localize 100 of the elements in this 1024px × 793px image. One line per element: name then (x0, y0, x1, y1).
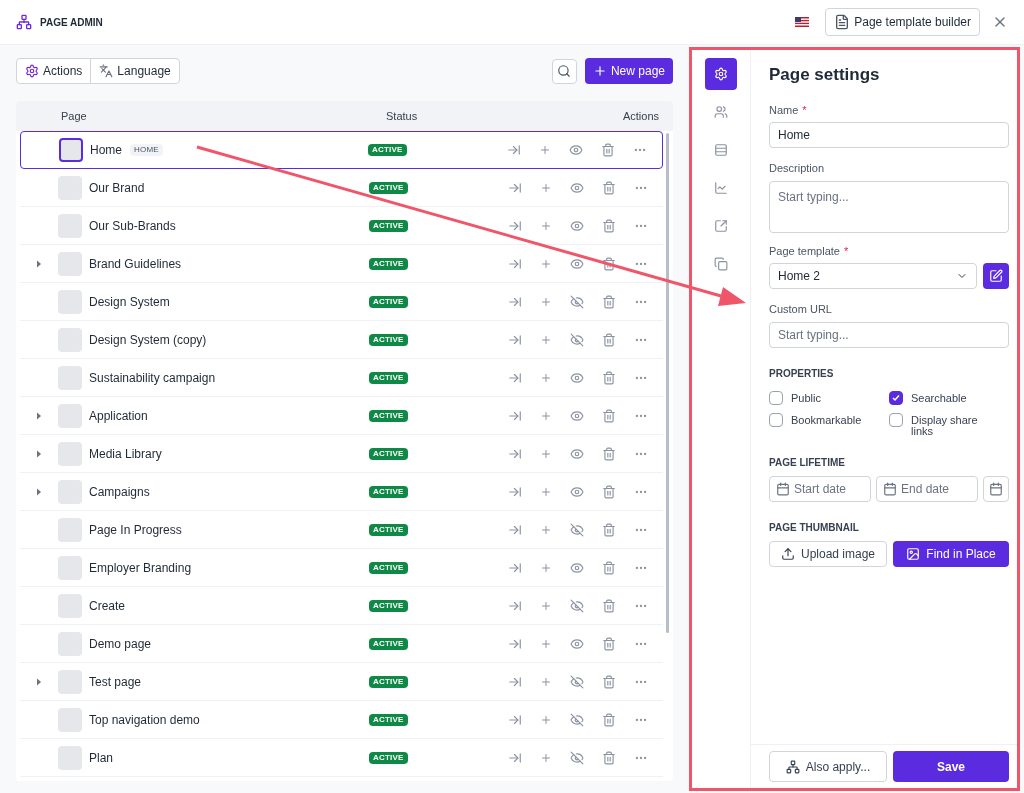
table-row[interactable]: Media Library ACTIVE (20, 435, 663, 473)
date-field[interactable]: Start date (769, 475, 871, 502)
add-icon[interactable] (540, 333, 552, 346)
trash-icon[interactable] (602, 408, 616, 423)
trash-icon[interactable] (602, 598, 616, 613)
move-icon[interactable] (508, 180, 522, 195)
move-icon[interactable] (508, 560, 522, 575)
trash-icon[interactable] (602, 370, 616, 385)
add-icon[interactable] (540, 675, 552, 688)
add-icon[interactable] (540, 561, 552, 574)
save-button[interactable]: Save (893, 751, 1009, 782)
add-icon[interactable] (540, 257, 552, 270)
trash-icon[interactable] (602, 332, 616, 347)
actions-button[interactable]: Actions (17, 59, 92, 83)
table-row[interactable]: Sustainability campaign ACTIVE (20, 359, 663, 397)
add-icon[interactable] (540, 409, 552, 422)
move-icon[interactable] (508, 636, 522, 651)
eye-off-icon[interactable] (570, 332, 584, 347)
add-icon[interactable] (540, 447, 552, 460)
trash-icon[interactable] (602, 294, 616, 309)
move-icon[interactable] (508, 598, 522, 613)
trash-icon[interactable] (602, 674, 616, 689)
add-icon[interactable] (540, 751, 552, 764)
eye-off-icon[interactable] (570, 294, 584, 309)
also-apply-button[interactable]: Also apply... (769, 751, 887, 782)
table-row[interactable]: Test page ACTIVE (20, 663, 663, 701)
trash-icon[interactable] (602, 636, 616, 651)
scrollbar[interactable] (666, 133, 669, 633)
checkbox[interactable] (769, 390, 783, 405)
expand-caret-icon[interactable] (36, 411, 42, 420)
new-page-button[interactable]: New page (584, 58, 673, 84)
table-row[interactable]: Brand Guidelines ACTIVE (20, 245, 663, 283)
eye-icon[interactable] (570, 484, 584, 499)
trash-icon[interactable] (602, 750, 616, 765)
add-icon[interactable] (540, 523, 552, 536)
trash-icon[interactable] (602, 256, 616, 271)
table-row[interactable]: Demo page ACTIVE (20, 625, 663, 663)
add-icon[interactable] (540, 485, 552, 498)
add-icon[interactable] (540, 295, 552, 308)
date-field[interactable]: End date (876, 475, 978, 502)
table-row[interactable]: Our Brand ACTIVE (20, 169, 663, 207)
move-icon[interactable] (508, 522, 522, 537)
table-row[interactable]: Our Sub-Brands ACTIVE (20, 207, 663, 245)
trash-icon[interactable] (602, 560, 616, 575)
eye-icon[interactable] (570, 256, 584, 271)
expand-caret-icon[interactable] (36, 449, 42, 458)
add-icon[interactable] (540, 713, 552, 726)
move-icon[interactable] (508, 294, 522, 309)
eye-off-icon[interactable] (570, 674, 584, 689)
table-row[interactable]: Top navigation demo ACTIVE (20, 701, 663, 739)
add-icon[interactable] (540, 371, 552, 384)
trash-icon[interactable] (602, 712, 616, 727)
upload-image-button[interactable]: Upload image (769, 540, 887, 567)
table-row[interactable]: Create ACTIVE (20, 587, 663, 625)
expand-caret-icon[interactable] (36, 677, 42, 686)
table-row[interactable]: Plan ACTIVE (20, 739, 663, 777)
eye-icon[interactable] (570, 636, 584, 651)
eye-icon[interactable] (570, 180, 584, 195)
move-icon[interactable] (508, 256, 522, 271)
trash-icon[interactable] (602, 522, 616, 537)
find-in-place-button[interactable]: Find in Place (893, 540, 1009, 567)
edit-template-button[interactable] (983, 263, 1009, 289)
eye-icon[interactable] (570, 370, 584, 385)
move-icon[interactable] (508, 446, 522, 461)
checkbox[interactable] (889, 412, 903, 427)
eye-icon[interactable] (569, 143, 583, 157)
move-icon[interactable] (508, 332, 522, 347)
table-row[interactable]: Home HOME ACTIVE (20, 131, 663, 169)
language-button[interactable]: Language (91, 59, 179, 83)
checkbox[interactable] (889, 390, 903, 405)
add-icon[interactable] (540, 181, 552, 194)
trash-icon[interactable] (602, 446, 616, 461)
description-field[interactable]: Start typing... (769, 180, 1009, 233)
trash-icon[interactable] (602, 218, 616, 233)
move-icon[interactable] (508, 484, 522, 499)
eye-off-icon[interactable] (570, 750, 584, 765)
add-icon[interactable] (540, 599, 552, 612)
move-icon[interactable] (508, 218, 522, 233)
move-icon[interactable] (508, 408, 522, 423)
trash-icon[interactable] (602, 180, 616, 195)
move-icon[interactable] (507, 143, 521, 157)
move-icon[interactable] (508, 370, 522, 385)
add-icon[interactable] (540, 637, 552, 650)
eye-off-icon[interactable] (570, 712, 584, 727)
expand-caret-icon[interactable] (36, 259, 42, 268)
expand-caret-icon[interactable] (36, 487, 42, 496)
eye-icon[interactable] (570, 218, 584, 233)
trash-icon[interactable] (601, 143, 615, 157)
table-row[interactable]: Campaigns ACTIVE (20, 473, 663, 511)
table-row[interactable]: Employer Branding ACTIVE (20, 549, 663, 587)
custom-url-field[interactable]: Start typing... (769, 321, 1009, 348)
table-row[interactable]: Application ACTIVE (20, 397, 663, 435)
trash-icon[interactable] (602, 484, 616, 499)
table-row[interactable]: Design System (copy) ACTIVE (20, 321, 663, 359)
eye-off-icon[interactable] (570, 598, 584, 613)
add-icon[interactable] (539, 144, 551, 156)
eye-off-icon[interactable] (570, 522, 584, 537)
eye-icon[interactable] (570, 408, 584, 423)
move-icon[interactable] (508, 674, 522, 689)
table-row[interactable]: Page In Progress ACTIVE (20, 511, 663, 549)
